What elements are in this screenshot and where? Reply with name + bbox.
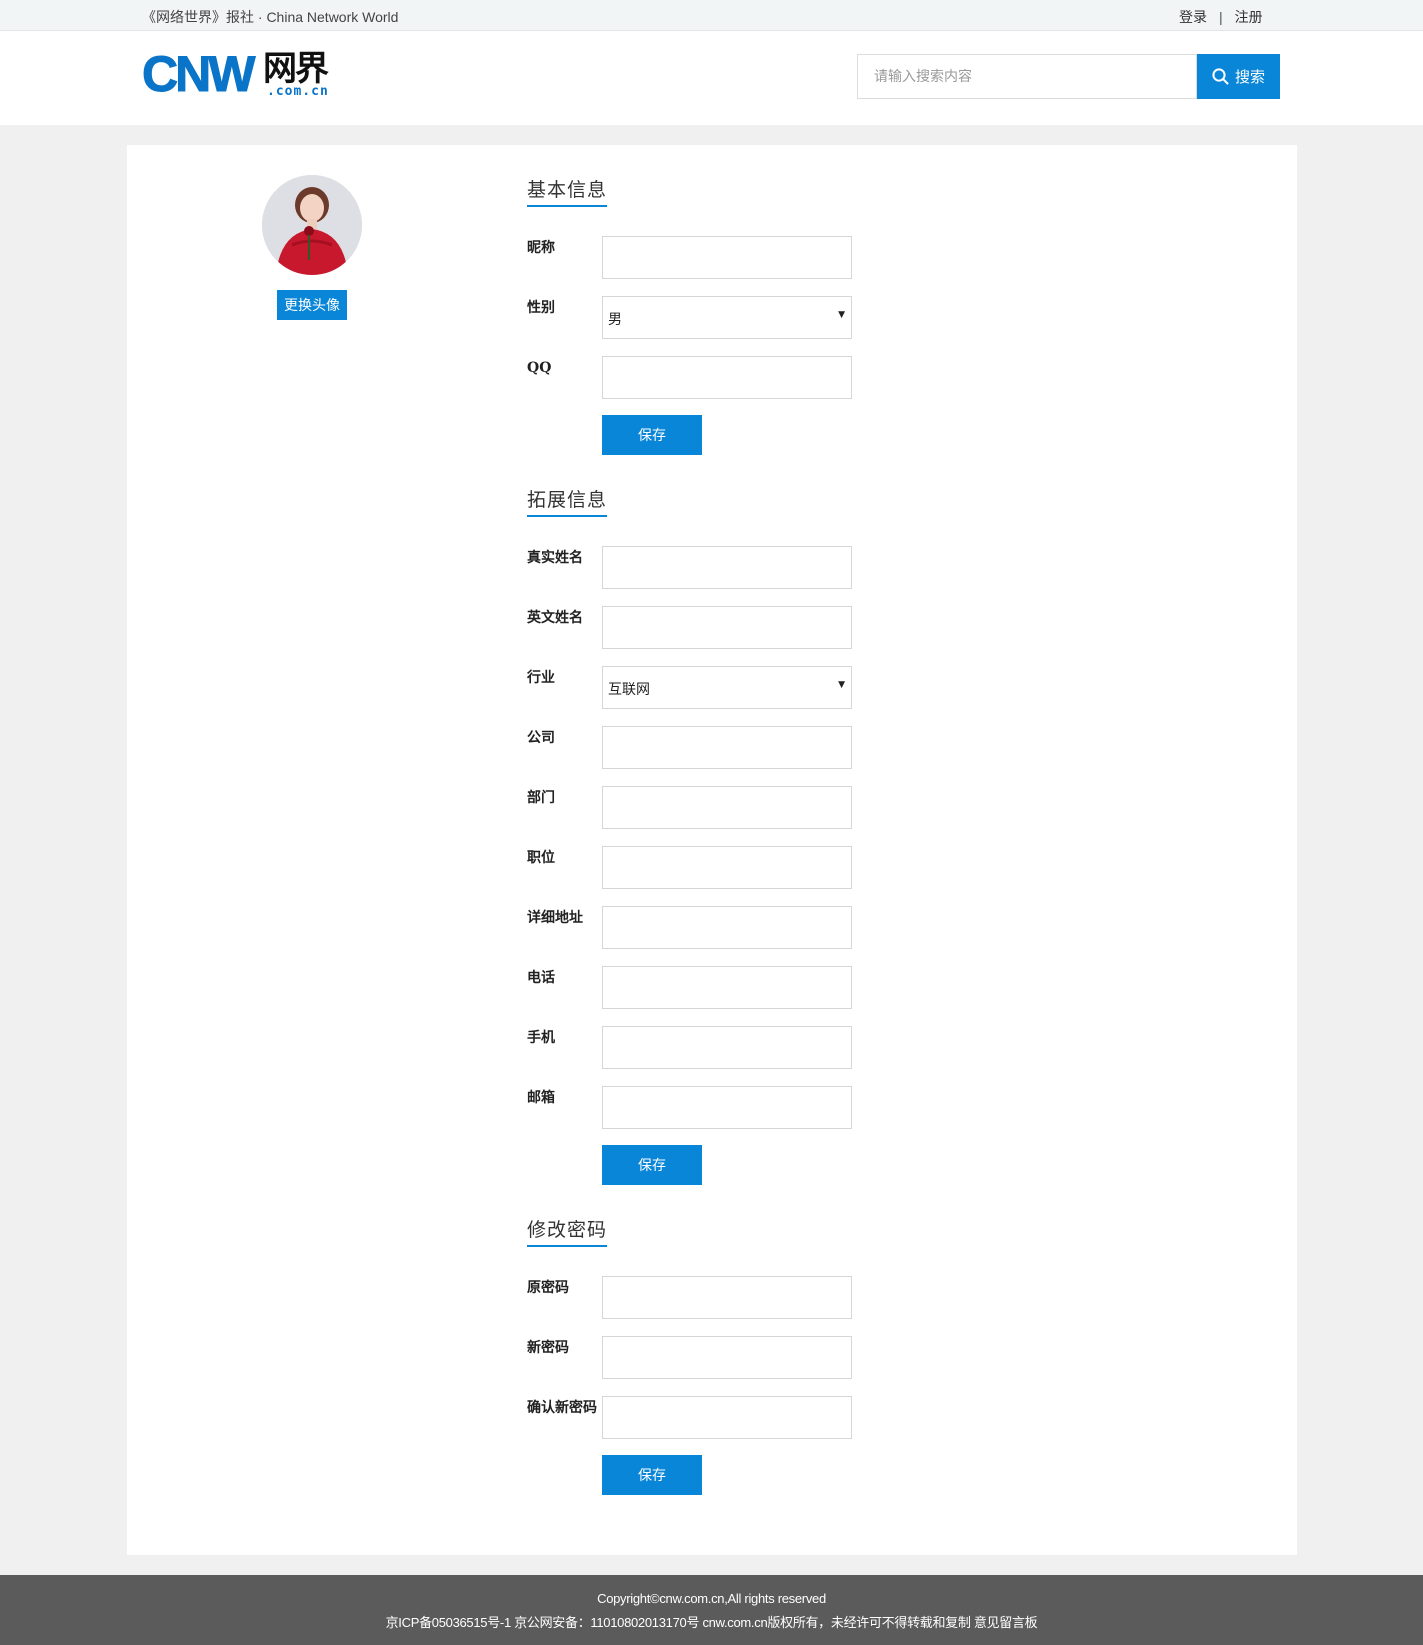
mobile-input[interactable] bbox=[602, 1026, 852, 1069]
search-input[interactable] bbox=[857, 54, 1197, 99]
save-basic-info-button[interactable]: 保存 bbox=[602, 415, 702, 455]
email-label: 邮箱 bbox=[527, 1090, 555, 1106]
change-avatar-button[interactable]: 更换头像 bbox=[277, 290, 347, 320]
qq-input[interactable] bbox=[602, 356, 852, 399]
logo[interactable]: CNW 网界 .com.cn bbox=[141, 46, 342, 103]
gender-select[interactable]: 男 ▼ bbox=[602, 296, 852, 339]
company-label: 公司 bbox=[527, 730, 555, 746]
save-password-button[interactable]: 保存 bbox=[602, 1455, 702, 1495]
address-label: 详细地址 bbox=[527, 910, 583, 926]
english-name-input[interactable] bbox=[602, 606, 852, 649]
english-name-label: 英文姓名 bbox=[527, 610, 583, 626]
real-name-input[interactable] bbox=[602, 546, 852, 589]
real-name-label: 真实姓名 bbox=[527, 550, 583, 566]
qq-label: QQ bbox=[527, 360, 552, 376]
logo-domain: .com.cn bbox=[267, 84, 329, 99]
logo-chinese: 网界 bbox=[263, 49, 329, 89]
gender-label: 性别 bbox=[527, 300, 555, 316]
new-password-label: 新密码 bbox=[527, 1340, 569, 1356]
register-link[interactable]: 注册 bbox=[1235, 9, 1263, 25]
search-button[interactable]: 搜索 bbox=[1197, 54, 1280, 99]
footer: Copyright©cnw.com.cn,All rights reserved… bbox=[0, 1575, 1423, 1645]
nickname-input[interactable] bbox=[602, 236, 852, 279]
email-input[interactable] bbox=[602, 1086, 852, 1129]
footer-icp: 京ICP备05036515号-1 京公网安备：11010802013170号 c… bbox=[385, 1615, 1038, 1630]
save-extended-info-button[interactable]: 保存 bbox=[602, 1145, 702, 1185]
change-password-title: 修改密码 bbox=[527, 1215, 608, 1247]
industry-select[interactable]: 互联网 ▼ bbox=[602, 666, 852, 709]
position-label: 职位 bbox=[527, 850, 555, 866]
logo-brand: CNW bbox=[141, 46, 255, 103]
new-password-input[interactable] bbox=[602, 1336, 852, 1379]
extended-info-title: 拓展信息 bbox=[527, 485, 608, 517]
position-input[interactable] bbox=[602, 846, 852, 889]
avatar bbox=[262, 175, 362, 275]
old-password-input[interactable] bbox=[602, 1276, 852, 1319]
login-link[interactable]: 登录 bbox=[1179, 9, 1207, 25]
confirm-password-label: 确认新密码 bbox=[527, 1400, 597, 1416]
search-icon bbox=[1212, 68, 1229, 85]
industry-label: 行业 bbox=[527, 670, 555, 686]
chevron-down-icon: ▼ bbox=[838, 310, 845, 320]
department-input[interactable] bbox=[602, 786, 852, 829]
header: CNW 网界 .com.cn 搜索 bbox=[0, 31, 1423, 125]
auth-links: 登录 | 注册 bbox=[1179, 7, 1263, 27]
basic-info-title: 基本信息 bbox=[527, 175, 608, 207]
company-input[interactable] bbox=[602, 726, 852, 769]
profile-panel: 更换头像 基本信息 昵称 性别 男 ▼ QQ 保存 拓展信息 真实姓名 英文姓名… bbox=[127, 145, 1297, 1555]
phone-label: 电话 bbox=[527, 970, 555, 986]
site-title: 《网络世界》报社 · China Network World bbox=[142, 9, 399, 25]
auth-separator: | bbox=[1219, 9, 1223, 25]
footer-copyright: Copyright©cnw.com.cn,All rights reserved bbox=[597, 1591, 826, 1606]
confirm-password-input[interactable] bbox=[602, 1396, 852, 1439]
mobile-label: 手机 bbox=[527, 1030, 555, 1046]
department-label: 部门 bbox=[527, 790, 555, 806]
search-button-label: 搜索 bbox=[1234, 69, 1265, 86]
phone-input[interactable] bbox=[602, 966, 852, 1009]
address-input[interactable] bbox=[602, 906, 852, 949]
chevron-down-icon: ▼ bbox=[838, 680, 845, 690]
topbar: 《网络世界》报社 · China Network World 登录 | 注册 bbox=[0, 0, 1423, 31]
old-password-label: 原密码 bbox=[527, 1280, 569, 1296]
gender-selected-value: 男 bbox=[608, 312, 622, 328]
industry-selected-value: 互联网 bbox=[608, 682, 650, 698]
nickname-label: 昵称 bbox=[527, 240, 555, 256]
